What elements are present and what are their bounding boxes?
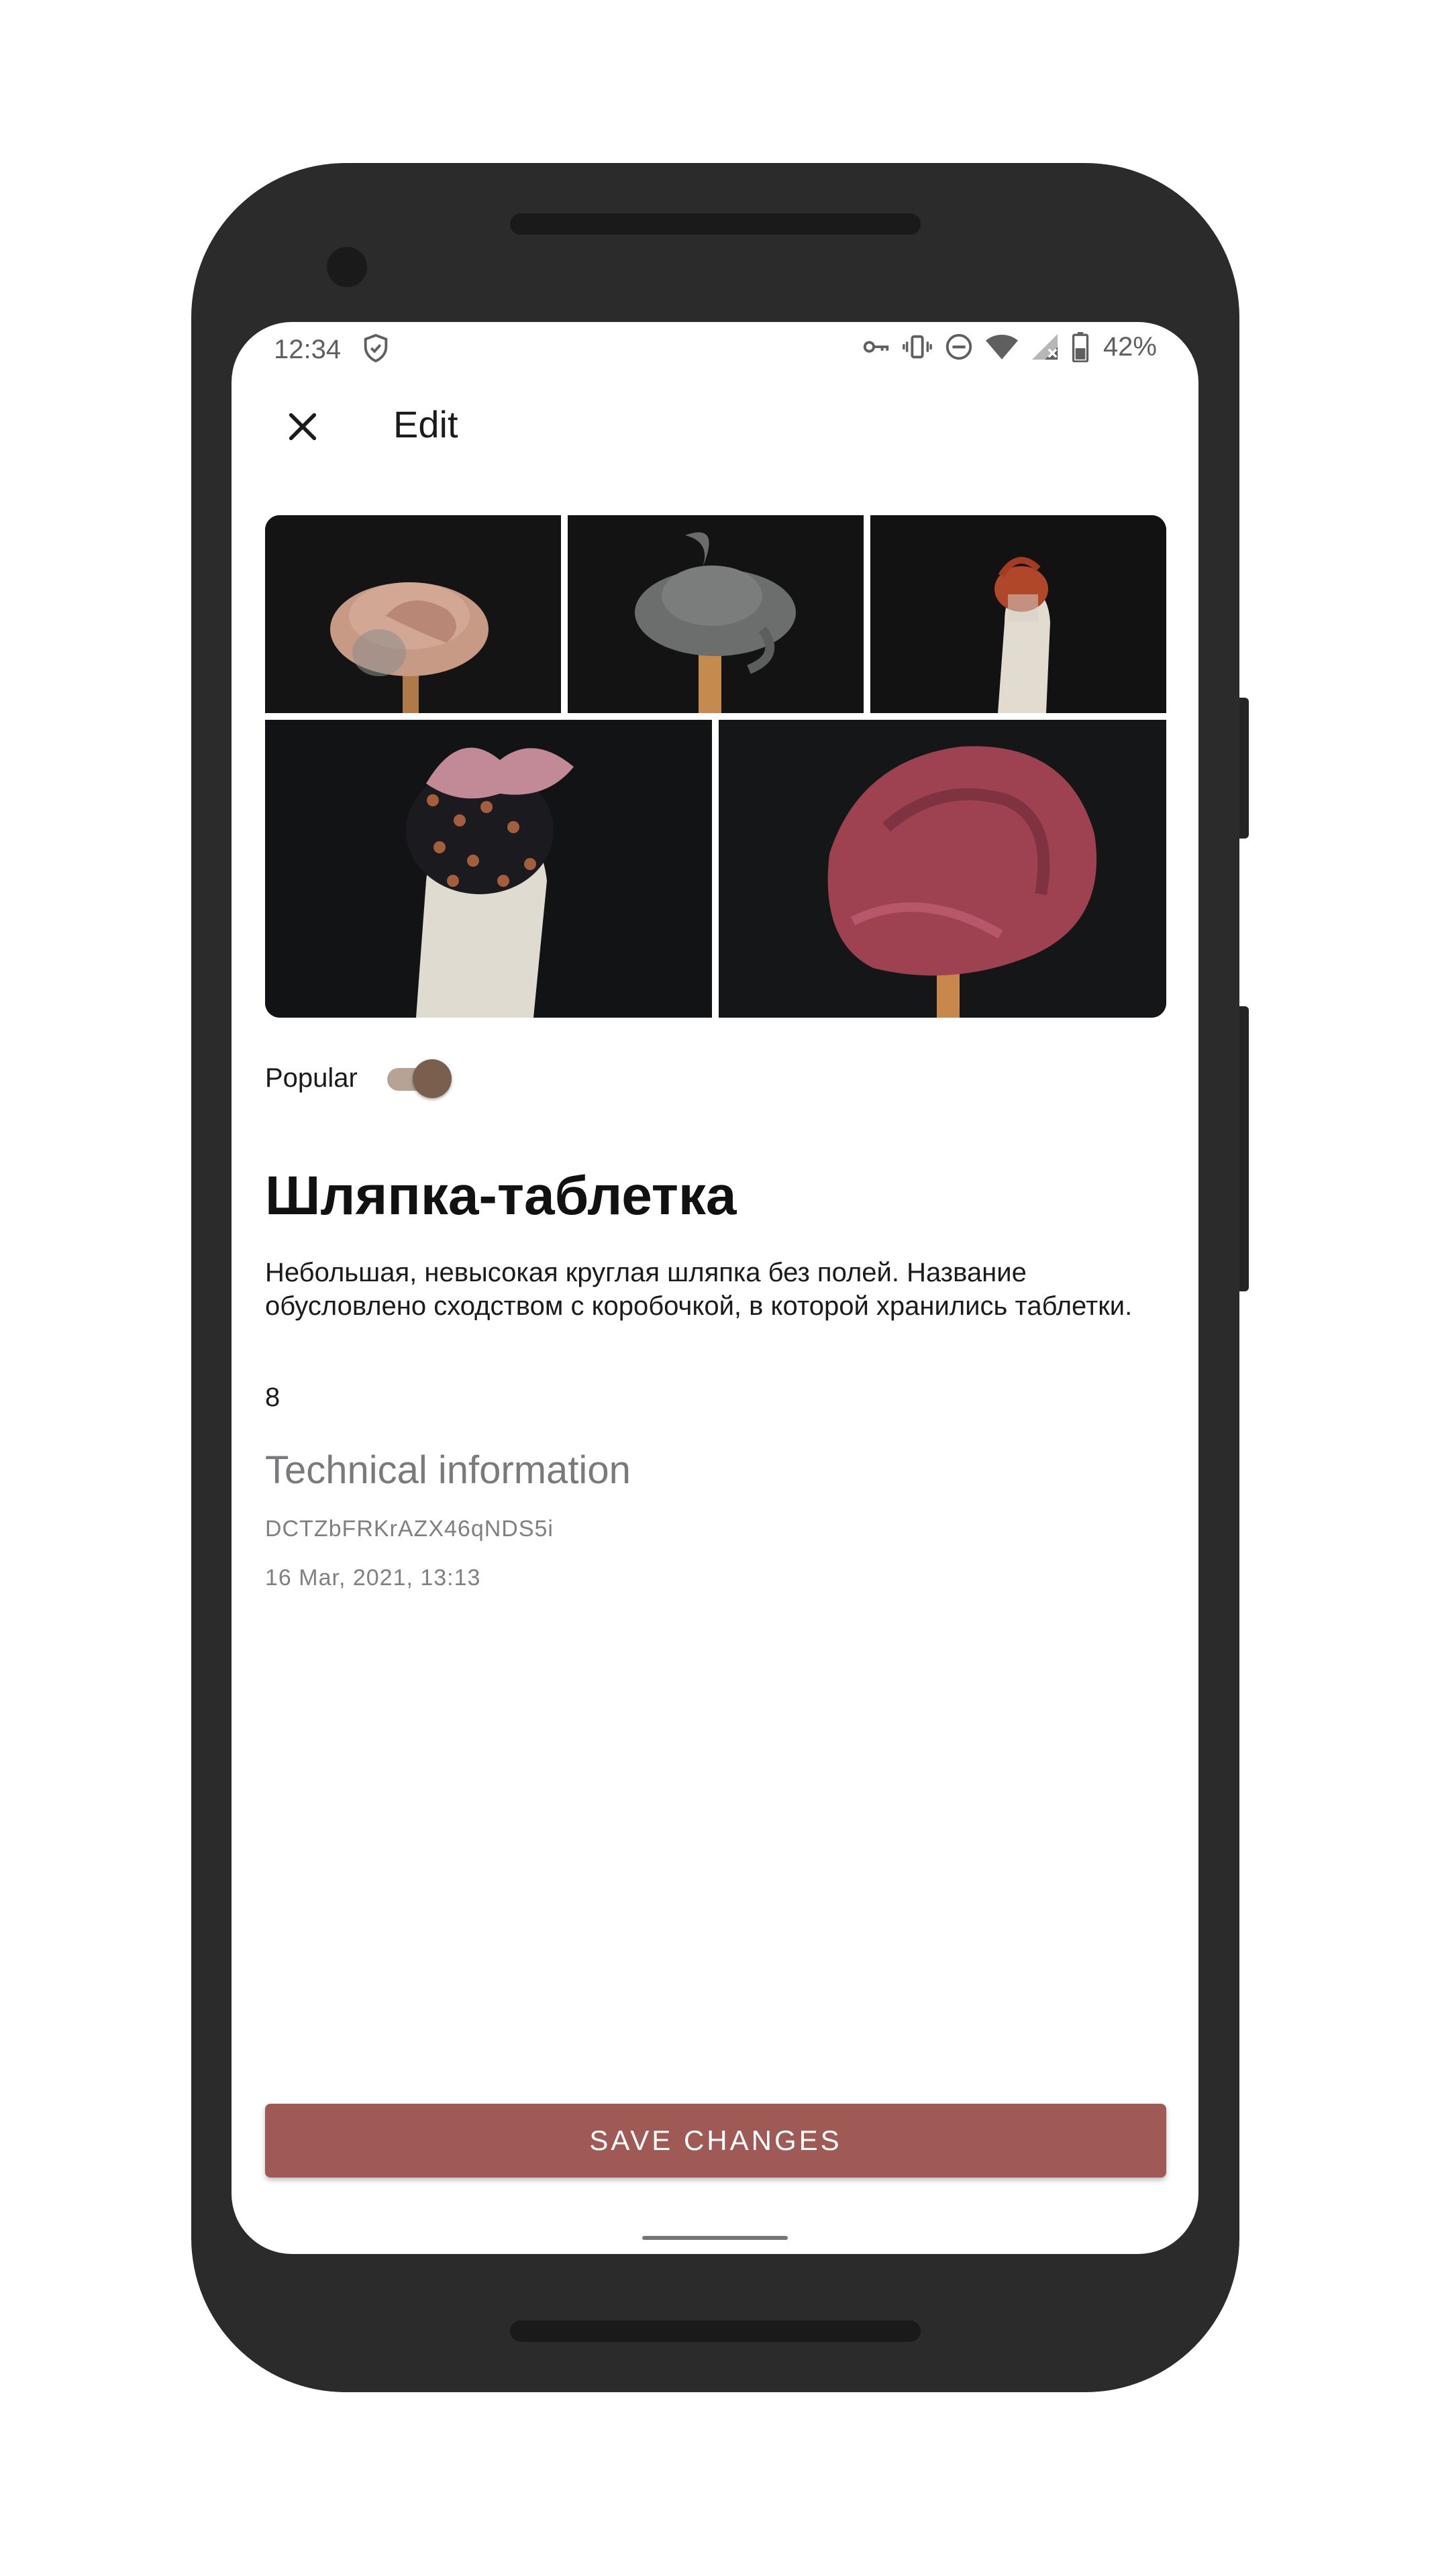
photo-gallery [265,515,1166,1018]
popular-toggle[interactable] [385,1055,452,1098]
vibrate-icon [902,331,933,362]
gesture-nav-handle[interactable] [642,2236,788,2240]
front-camera [327,247,367,287]
status-time: 12:34 [274,335,342,364]
status-bar: 12:34 42% [232,322,1198,376]
close-button[interactable] [272,396,334,458]
technical-info-heading: Technical information [265,1448,631,1492]
do-not-disturb-icon [943,331,974,362]
shield-icon [360,333,391,364]
top-speaker [510,213,921,235]
gallery-image-5[interactable] [719,720,1166,1018]
volume-button [1239,1006,1249,1291]
technical-id: DCTZbFRKrAZX46qNDS5i [265,1516,554,1542]
wifi-icon [985,331,1019,362]
close-icon [289,413,317,441]
power-button [1239,698,1249,839]
bottom-speaker [510,2320,921,2342]
gallery-image-2[interactable] [568,515,864,713]
popular-label: Popular [265,1063,358,1093]
product-description: Небольшая, невысокая круглая шляпка без … [265,1258,1133,1321]
vpn-key-icon [860,331,891,362]
toggle-thumb [413,1059,452,1098]
technical-date: 16 Mar, 2021, 13:13 [265,1565,481,1591]
battery-percent: 42% [1103,331,1157,362]
battery-icon [1071,331,1090,362]
signal-icon [1029,331,1060,362]
save-changes-button[interactable]: SAVE CHANGES [265,2104,1166,2178]
status-icons: 42% [860,331,1157,362]
gallery-image-4[interactable] [265,720,712,1018]
product-name: Шляпка-таблетка [265,1165,737,1226]
app-screen: 12:34 42% Edit Popular Шляпка-таблетка Н… [232,322,1198,2254]
gallery-image-3[interactable] [870,515,1166,713]
product-count: 8 [265,1383,280,1412]
page-title: Edit [393,403,458,445]
gallery-image-1[interactable] [265,515,561,713]
